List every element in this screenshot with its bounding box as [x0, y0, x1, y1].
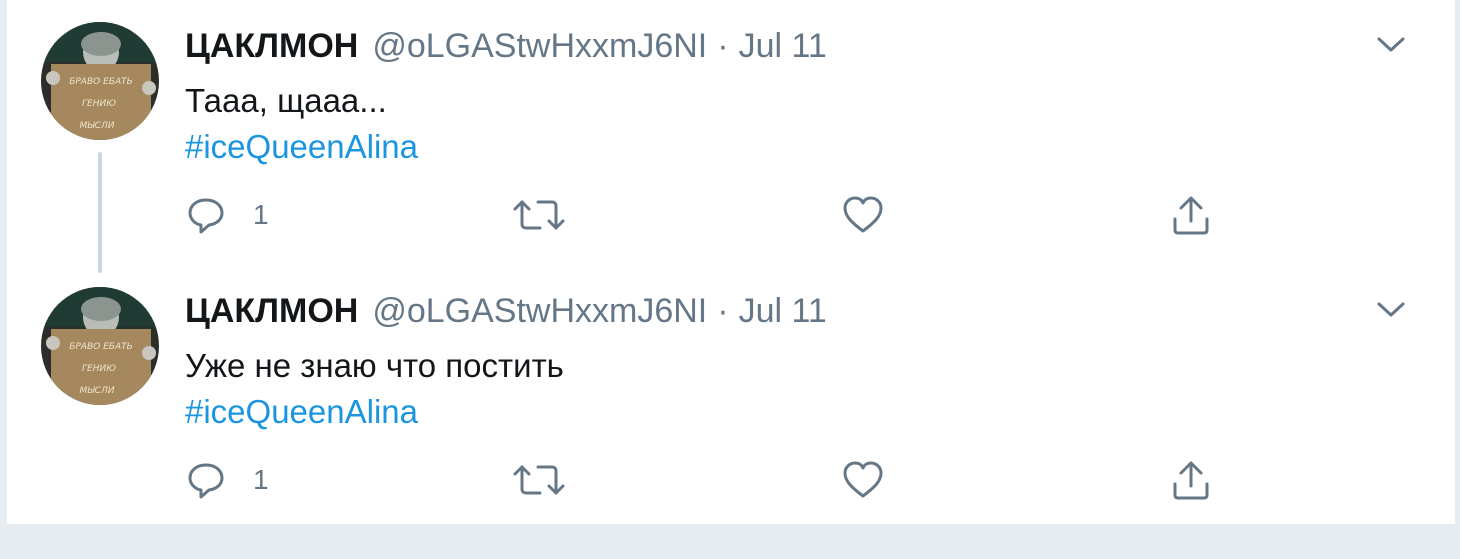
- tweet-date[interactable]: Jul 11: [739, 26, 827, 66]
- avatar-caption-line: БРАВО ЕБАТЬ: [69, 342, 133, 352]
- avatar-caption-line: БРАВО ЕБАТЬ: [69, 77, 133, 87]
- avatar[interactable]: БРАВО ЕБАТЬ ГЕНИЮ МЫСЛИ: [41, 22, 159, 140]
- share-icon: [1173, 461, 1209, 500]
- avatar[interactable]: БРАВО ЕБАТЬ ГЕНИЮ МЫСЛИ: [41, 287, 159, 405]
- timeline-card: БРАВО ЕБАТЬ ГЕНИЮ МЫСЛИ ЦАКЛМОН @oLGAStw…: [6, 0, 1456, 524]
- like-button[interactable]: [841, 455, 885, 505]
- retweet-icon: [513, 465, 565, 495]
- like-button[interactable]: [841, 190, 885, 240]
- reply-button[interactable]: 1: [185, 190, 269, 240]
- heart-icon: [843, 196, 883, 233]
- share-icon: [1173, 196, 1209, 235]
- share-button[interactable]: [1169, 455, 1213, 505]
- tweet[interactable]: БРАВО ЕБАТЬ ГЕНИЮ МЫСЛИ ЦАКЛМОН @oLGAStw…: [7, 0, 1455, 273]
- author-name[interactable]: ЦАКЛМОН: [185, 26, 358, 66]
- retweet-button[interactable]: [510, 190, 568, 240]
- hashtag-link[interactable]: #iceQueenAlina: [185, 389, 418, 435]
- header-separator: ·: [717, 27, 729, 65]
- author-handle[interactable]: @oLGAStwHxxmJ6NI: [372, 291, 707, 331]
- reply-button[interactable]: 1: [185, 455, 269, 505]
- avatar-caption-line: МЫСЛИ: [80, 121, 115, 131]
- chevron-down-icon: [1377, 302, 1405, 317]
- more-options-button[interactable]: [1371, 295, 1411, 325]
- tweet-header: ЦАКЛМОН @oLGAStwHxxmJ6NI · Jul 11: [185, 26, 827, 66]
- chevron-down-icon: [1377, 37, 1405, 52]
- tweet-text: Уже не знаю что постить: [185, 347, 564, 384]
- more-options-button[interactable]: [1371, 30, 1411, 60]
- avatar-caption-line: ГЕНИЮ: [82, 364, 116, 374]
- reply-icon: [188, 463, 224, 499]
- avatar-caption-line: МЫСЛИ: [80, 386, 115, 396]
- retweet-button[interactable]: [510, 455, 568, 505]
- hashtag-link[interactable]: #iceQueenAlina: [185, 124, 418, 170]
- tweet-header: ЦАКЛМОН @oLGAStwHxxmJ6NI · Jul 11: [185, 291, 827, 331]
- tweet-text: Тааа, щааа...: [185, 82, 387, 119]
- author-handle[interactable]: @oLGAStwHxxmJ6NI: [372, 26, 707, 66]
- reply-count: 1: [253, 464, 269, 495]
- retweet-icon: [513, 200, 565, 230]
- heart-icon: [843, 461, 883, 498]
- reply-count: 1: [253, 199, 269, 230]
- tweet[interactable]: БРАВО ЕБАТЬ ГЕНИЮ МЫСЛИ ЦАКЛМОН @oLGAStw…: [7, 265, 1455, 524]
- tweet-actions: 1: [7, 190, 1455, 240]
- tweet-date[interactable]: Jul 11: [739, 291, 827, 331]
- header-separator: ·: [717, 292, 729, 330]
- author-name[interactable]: ЦАКЛМОН: [185, 291, 358, 331]
- timeline-gap: [0, 524, 1460, 559]
- share-button[interactable]: [1169, 190, 1213, 240]
- reply-icon: [188, 198, 224, 234]
- avatar-caption-line: ГЕНИЮ: [82, 99, 116, 109]
- tweet-actions: 1: [7, 455, 1455, 505]
